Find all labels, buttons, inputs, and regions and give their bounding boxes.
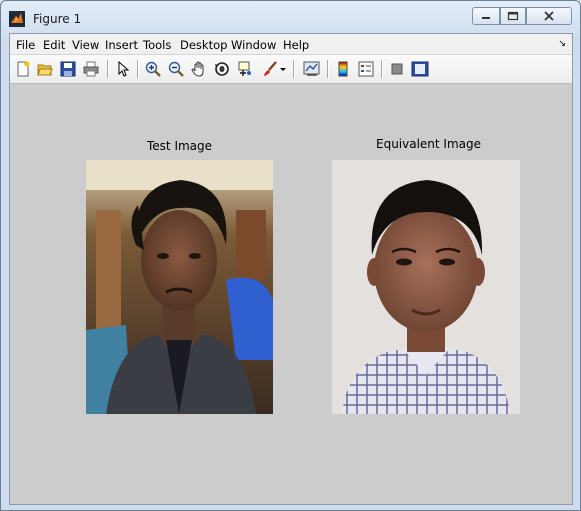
test-image xyxy=(86,160,273,414)
menu-desktop[interactable]: Desktop xyxy=(180,38,227,52)
menu-insert[interactable]: Insert xyxy=(105,38,138,52)
dropdown-arrow-icon xyxy=(280,68,286,71)
menu-window[interactable]: Window xyxy=(231,38,276,52)
zoom-out-button[interactable] xyxy=(166,59,186,79)
toolbar-separator xyxy=(293,60,295,78)
axes-title-test-image: Test Image xyxy=(147,139,213,153)
print-icon xyxy=(83,61,99,77)
edit-plot-button[interactable] xyxy=(113,59,133,79)
maximize-icon xyxy=(507,11,519,21)
minimize-icon xyxy=(482,17,490,19)
menu-tools[interactable]: Tools xyxy=(143,38,171,52)
figure-client-area: File Edit View Insert Tools Desktop Wind… xyxy=(9,33,573,505)
new-figure-button[interactable] xyxy=(13,59,33,79)
test-image-photo xyxy=(86,160,273,414)
equivalent-image xyxy=(332,160,520,414)
menu-dock-arrow-icon[interactable]: ↘ xyxy=(558,39,566,49)
maximize-button[interactable] xyxy=(500,7,526,25)
save-icon xyxy=(60,61,76,77)
toolbar-separator xyxy=(327,60,329,78)
zoom-in-icon xyxy=(145,61,161,77)
new-figure-icon xyxy=(17,61,30,77)
save-button[interactable] xyxy=(58,59,78,79)
brush-button[interactable] xyxy=(260,59,280,79)
show-plot-tools-icon xyxy=(411,61,429,77)
rotate-3d-icon xyxy=(215,62,229,76)
menu-file[interactable]: File xyxy=(16,38,35,52)
menu-view[interactable]: View xyxy=(72,38,99,52)
menu-bar: File Edit View Insert Tools Desktop Wind… xyxy=(10,34,572,55)
rotate-3d-button[interactable] xyxy=(212,59,232,79)
zoom-in-button[interactable] xyxy=(143,59,163,79)
data-cursor-button[interactable] xyxy=(235,59,255,79)
pan-button[interactable] xyxy=(189,59,209,79)
open-file-icon xyxy=(37,64,53,76)
figure-canvas: Test Image Equivalent Image xyxy=(10,84,572,504)
minimize-button[interactable] xyxy=(472,7,500,25)
zoom-out-icon xyxy=(168,61,184,77)
brush-icon xyxy=(264,61,277,76)
menu-help[interactable]: Help xyxy=(283,38,309,52)
toolbar-separator xyxy=(381,60,383,78)
legend-icon xyxy=(358,61,374,77)
legend-button[interactable] xyxy=(356,59,376,79)
axes-title-equivalent-image: Equivalent Image xyxy=(376,137,482,151)
link-plot-button[interactable] xyxy=(302,59,322,79)
toolbar-separator xyxy=(137,60,139,78)
brush-dropdown-button[interactable] xyxy=(278,59,288,79)
window-title: Figure 1 xyxy=(33,12,82,26)
close-button[interactable] xyxy=(526,7,572,25)
equivalent-image-photo xyxy=(332,160,520,414)
show-plot-tools-button[interactable] xyxy=(410,59,430,79)
pan-hand-icon xyxy=(191,61,204,77)
edit-plot-arrow-icon xyxy=(118,61,130,77)
link-plot-icon xyxy=(303,61,320,76)
figure-window: Figure 1 File Edit View Insert Tools Des… xyxy=(0,0,581,511)
toolbar-separator xyxy=(107,60,109,78)
figure-toolbar xyxy=(10,55,572,84)
colorbar-button[interactable] xyxy=(333,59,353,79)
hide-plot-tools-button[interactable] xyxy=(387,59,407,79)
title-bar[interactable]: Figure 1 xyxy=(1,1,580,33)
colorbar-icon xyxy=(338,61,348,77)
print-button[interactable] xyxy=(81,59,101,79)
data-cursor-icon xyxy=(238,61,251,76)
matlab-logo-icon xyxy=(9,11,25,27)
close-icon xyxy=(544,11,554,21)
hide-plot-tools-icon xyxy=(391,63,403,75)
open-file-button[interactable] xyxy=(35,59,55,79)
menu-edit[interactable]: Edit xyxy=(43,38,65,52)
